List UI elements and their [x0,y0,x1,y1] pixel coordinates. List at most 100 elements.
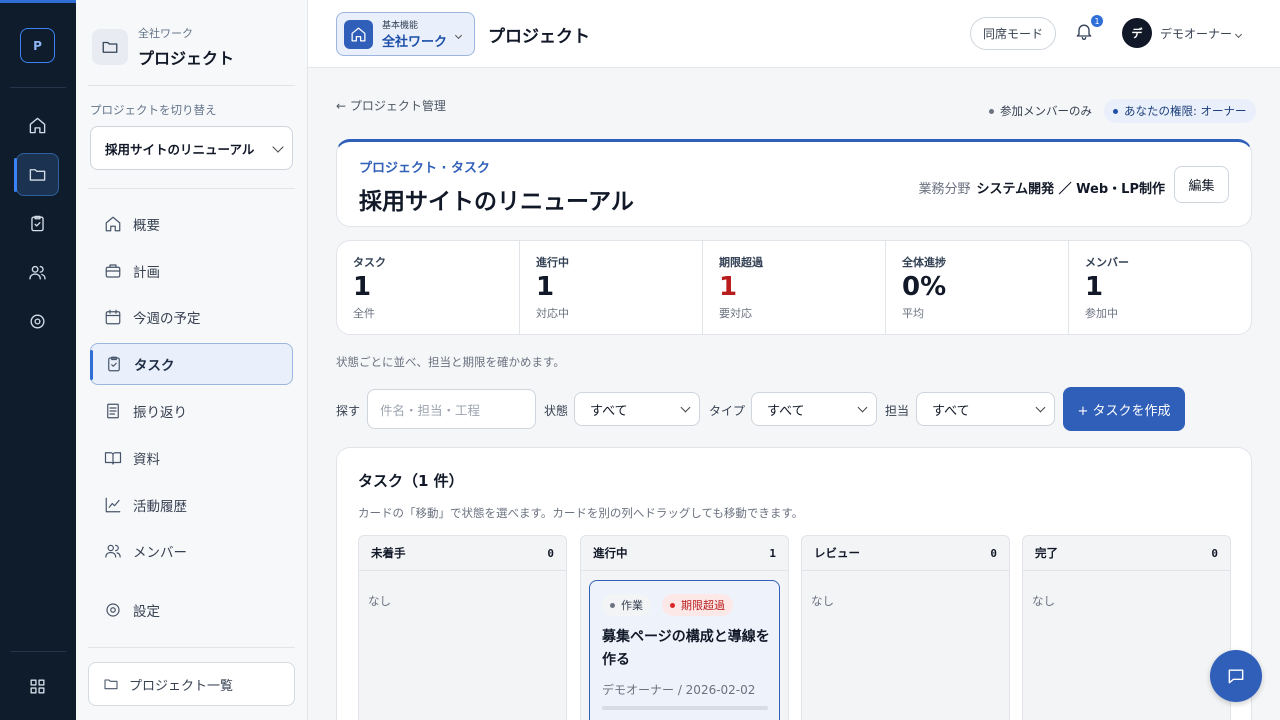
briefcase-icon [105,264,121,278]
project-switch-select[interactable]: 採用サイトのリニューアル [90,126,293,170]
sidebar-item-materials[interactable]: 資料 [90,437,293,479]
task-status-tag: 期限超過 [662,594,733,616]
stat-label: 進行中 [536,256,569,269]
grid-icon [30,679,45,694]
column-empty: なし [1032,594,1055,608]
status-filter-label: 状態 [544,404,569,418]
stat-value: 1 [1085,272,1104,302]
edit-button[interactable]: 編集 [1174,166,1229,203]
task-card[interactable]: 作業 期限超過 募集ページの構成と導線を作る デモオーナー / 2026-02-… [589,580,780,720]
role-pill: あなたの権限: オーナー [1104,99,1256,123]
pill-label: あなたの権限: オーナー [1124,104,1247,118]
gear-icon [106,603,120,617]
back-link[interactable]: ← プロジェクト管理 [336,97,446,114]
task-title: 募集ページの構成と導線を作る [602,629,770,668]
column-header: レビュー 0 [802,536,1009,571]
chat-button[interactable] [1210,650,1262,702]
stat-in-progress: 進行中 1 対応中 [520,241,703,334]
sidebar-item-label: 振り返り [133,405,187,421]
project-switch-label: プロジェクトを切り替え [90,103,217,117]
rail-tasks-button[interactable] [16,202,59,245]
column-empty: なし [811,594,834,608]
dot-icon [989,108,994,114]
column-name: 未着手 [371,546,406,560]
dot-icon [1113,108,1118,114]
breadcrumb: プロジェクト · タスク [359,161,490,176]
dot-icon [670,602,675,608]
stat-sub: 平均 [902,307,924,320]
rail-members-button[interactable] [16,251,59,294]
members-only-pill: 参加メンバーのみ [980,99,1101,123]
column-done[interactable]: 完了 0 なし [1022,535,1231,720]
icon-rail: P [0,0,76,720]
stat-value: 1 [353,272,372,302]
calendar-icon [105,309,121,325]
project-list-button[interactable]: プロジェクト一覧 [88,662,295,706]
notifications-button[interactable]: 1 [1074,15,1103,45]
project-switch-value: 採用サイトのリニューアル [105,141,255,157]
project-header-card: プロジェクト · タスク 採用サイトのリニューアル 業務分野 システム開発 ／ W… [336,139,1252,227]
sidebar: 全社ワーク プロジェクト プロジェクトを切り替え 採用サイトのリニューアル 概要… [76,0,308,720]
column-empty: なし [368,594,391,608]
sidebar-item-retrospective[interactable]: 振り返り [90,390,293,432]
sidebar-item-members[interactable]: メンバー [90,530,293,572]
column-header: 未着手 0 [359,536,566,571]
column-in-progress[interactable]: 進行中 1 作業 期限超過 募集ページの構成と導線を作る デモオーナー / 20… [580,535,789,720]
sidebar-item-label: タスク [134,358,175,374]
status-filter-select[interactable]: すべて [574,392,700,426]
sidebar-item-label: 今週の予定 [133,311,201,327]
home-icon [344,19,373,49]
search-input[interactable]: 件名・担当・工程 [367,389,536,429]
column-name: レビュー [814,546,860,560]
sidebar-item-overview[interactable]: 概要 [90,203,293,245]
chevron-down-icon[interactable] [1234,30,1243,39]
tag-label: 作業 [621,599,643,612]
app-logo[interactable]: P [20,28,55,63]
rail-projects-button[interactable] [14,153,59,196]
home-icon [105,216,121,232]
type-filter-value: すべて [767,403,805,419]
type-filter-select[interactable]: すべて [751,392,877,426]
stats-panel: タスク 1 全件 進行中 1 対応中 期限超過 1 要対応 全体進捗 0% 平均… [336,240,1252,335]
rail-settings-button[interactable] [16,300,59,343]
workspace-name: 全社ワーク [382,35,448,50]
create-task-button[interactable]: + タスクを作成 [1063,387,1185,431]
sidebar-item-plan[interactable]: 計画 [90,250,293,292]
pill-label: 参加メンバーのみ [1000,104,1092,118]
workspace-switcher[interactable]: 基本機能 全社ワーク [336,12,475,56]
stat-label: 期限超過 [719,256,763,269]
stat-value: 1 [719,272,738,302]
stat-value: 1 [536,272,555,302]
sidebar-title: プロジェクト [138,49,235,68]
user-name[interactable]: デモオーナー [1160,25,1232,42]
sidebar-item-label: 設定 [133,604,160,620]
sidebar-item-label: 資料 [133,452,160,468]
sidebar-header: 全社ワーク プロジェクト [92,25,234,69]
stat-label: 全体進捗 [902,256,946,269]
folder-icon [92,29,128,65]
chevron-down-icon [454,31,463,40]
rail-divider [10,651,66,652]
document-icon [107,403,119,419]
column-header: 進行中 1 [581,536,788,571]
sidebar-item-weekly[interactable]: 今週の予定 [90,296,293,338]
avatar[interactable]: デ [1122,18,1152,48]
stat-value: 0% [902,272,947,302]
column-review[interactable]: レビュー 0 なし [801,535,1010,720]
rail-apps-button[interactable] [16,665,59,708]
assignee-filter-select[interactable]: すべて [916,392,1055,426]
rail-home-button[interactable] [16,104,59,147]
stat-sub: 要対応 [719,307,752,320]
board-hint: カードの「移動」で状態を選べます。カードを別の列へドラッグしても移動できます。 [358,506,804,520]
stat-sub: 全件 [353,307,375,320]
column-todo[interactable]: 未着手 0 なし [358,535,567,720]
task-meta: デモオーナー / 2026-02-02 [602,683,756,697]
folder-icon [104,679,118,690]
chevron-down-icon [857,402,868,413]
sidebar-item-activity[interactable]: 活動履歴 [90,484,293,526]
sidebar-item-settings[interactable]: 設定 [90,589,293,631]
stat-sub: 対応中 [536,307,569,320]
sidebar-item-tasks[interactable]: タスク [90,343,293,385]
home-icon [29,117,46,134]
meeting-mode-button[interactable]: 同席モード [970,17,1056,50]
